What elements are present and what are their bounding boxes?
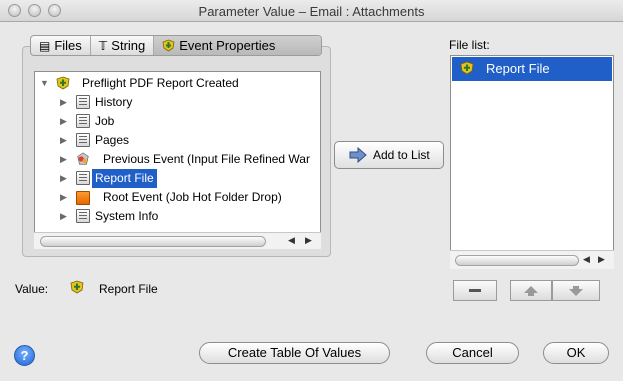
tab-string[interactable]: 𝕋 String [91,36,155,55]
event-properties-tree[interactable]: ▼ Preflight PDF Report Created ▶ History… [34,71,321,249]
tree-item-report-file[interactable]: ▶ Report File [35,169,320,188]
create-table-of-values-button[interactable]: Create Table Of Values [199,342,390,364]
tree-item-label: Report File [92,169,157,188]
disclosure-closed-icon[interactable]: ▶ [60,188,67,207]
arrow-up-icon [524,285,538,296]
scroll-right-icon[interactable]: ▶ [305,235,312,246]
property-folder-icon [76,209,90,223]
scroll-left-icon[interactable]: ◀ [288,235,295,246]
tree-item-pages[interactable]: ▶ Pages [35,131,320,150]
scroll-right-icon[interactable]: ▶ [598,254,605,265]
previous-event-icon [77,152,89,165]
tree-item-label: System Info [95,209,159,223]
tab-files[interactable]: ▤ Files [31,36,91,55]
disclosure-closed-icon[interactable]: ▶ [60,93,67,112]
disclosure-closed-icon[interactable]: ▶ [60,207,67,226]
value-text: Report File [99,282,158,296]
event-shield-icon [56,76,70,90]
file-list-item-label: Report File [486,61,550,76]
disclosure-closed-icon[interactable]: ▶ [60,169,67,188]
move-up-button[interactable] [510,280,552,301]
tree-root-item[interactable]: ▼ Preflight PDF Report Created [35,74,320,93]
file-list[interactable]: Report File [450,55,614,269]
source-tabs: ▤ Files 𝕋 String Event Properties [30,35,322,56]
file-list-item[interactable]: Report File [452,57,612,81]
event-shield-icon [70,280,84,294]
tree-item-root-event[interactable]: ▶ Root Event (Job Hot Folder Drop) [35,188,320,207]
files-icon: ▤ [39,38,51,53]
arrow-down-icon [569,285,583,296]
scrollbar-thumb[interactable] [455,255,579,266]
file-list-scrollbar[interactable]: ◀ ▶ [450,250,614,269]
help-button[interactable]: ? [14,345,35,366]
tree-item-label: History [95,95,133,109]
ok-button[interactable]: OK [543,342,609,364]
tree-horizontal-scrollbar[interactable]: ◀ ▶ [34,232,321,249]
tab-string-label: String [111,38,146,53]
move-down-button[interactable] [552,280,600,301]
property-folder-icon [76,114,90,128]
title-bar: Parameter Value – Email : Attachments [0,0,623,22]
disclosure-closed-icon[interactable]: ▶ [60,150,67,169]
scrollbar-thumb[interactable] [40,236,266,247]
tree-item-system-info[interactable]: ▶ System Info [35,207,320,226]
event-shield-icon [460,61,474,75]
remove-item-button[interactable] [453,280,497,301]
tab-event-properties-label: Event Properties [179,38,276,53]
window-title: Parameter Value – Email : Attachments [198,4,425,19]
tree-item-label: Pages [95,133,130,147]
disclosure-open-icon[interactable]: ▼ [40,74,49,93]
add-to-list-label: Add to List [373,148,430,162]
value-label: Value: [15,282,49,296]
tree-item-label: Root Event (Job Hot Folder Drop) [103,190,282,204]
tree-item-job[interactable]: ▶ Job [35,112,320,131]
file-list-label: File list: [449,38,490,52]
property-folder-icon [76,95,90,109]
property-folder-icon [76,171,90,185]
scroll-left-icon[interactable]: ◀ [583,254,590,265]
minus-icon [469,289,481,292]
property-folder-icon [76,133,90,147]
tree-item-label: Job [95,114,115,128]
tree-item-label: Previous Event (Input File Refined War [103,152,310,166]
add-to-list-button[interactable]: Add to List [334,141,444,169]
string-icon: 𝕋 [98,38,108,53]
event-properties-icon [162,39,175,52]
arrow-right-icon [349,147,367,163]
tree-item-previous-event[interactable]: ▶ Previous Event (Input File Refined War [35,150,320,169]
tree-root-label: Preflight PDF Report Created [82,76,239,90]
tree-item-history[interactable]: ▶ History [35,93,320,112]
cancel-button[interactable]: Cancel [426,342,519,364]
tab-event-properties[interactable]: Event Properties [154,36,321,55]
hot-folder-icon [76,191,90,205]
tab-files-label: Files [54,38,82,53]
disclosure-closed-icon[interactable]: ▶ [60,112,67,131]
disclosure-closed-icon[interactable]: ▶ [60,131,67,150]
